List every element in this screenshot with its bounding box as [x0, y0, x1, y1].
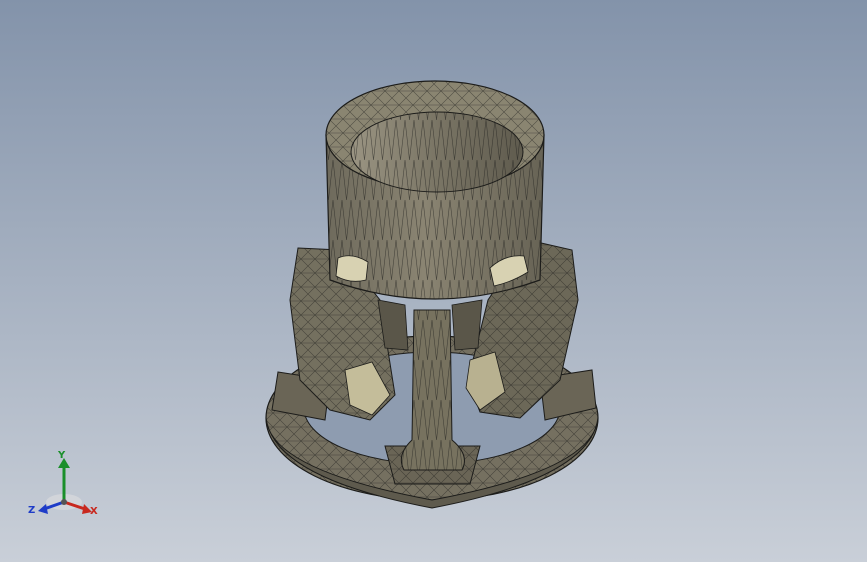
- z-axis-label: Z: [28, 505, 36, 516]
- coordinate-triad: Y X Z: [24, 448, 104, 528]
- y-axis-label: Y: [58, 450, 66, 461]
- graphics-viewport[interactable]: Y X Z: [0, 0, 867, 562]
- x-axis-label: X: [90, 506, 98, 517]
- model-view[interactable]: [0, 0, 867, 562]
- z-axis-arrow: [38, 504, 48, 514]
